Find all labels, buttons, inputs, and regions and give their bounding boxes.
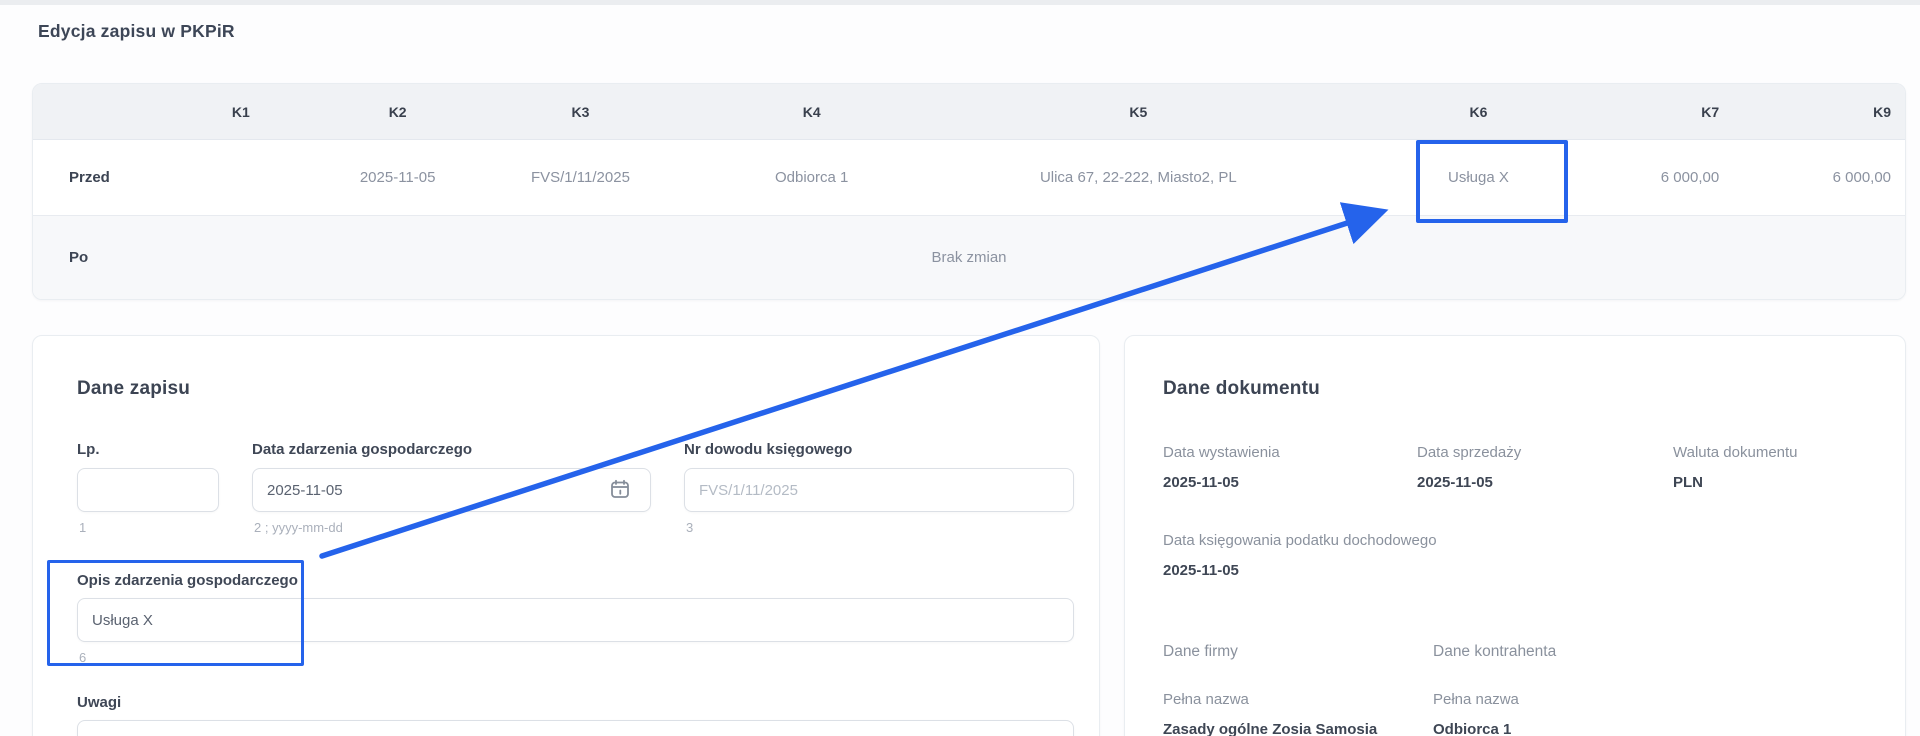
top-divider	[0, 0, 1920, 5]
cell-k7-amount: 6 000,00	[1660, 169, 1720, 186]
column-header-k7: K7	[1701, 103, 1720, 120]
event-date-label: Data zdarzenia gospodarczego	[252, 441, 473, 458]
column-header-k6: K6	[1469, 103, 1488, 120]
notes-label: Uwagi	[77, 694, 122, 711]
column-header-k2: K2	[388, 103, 407, 120]
column-header-k1: K1	[231, 103, 250, 120]
event-date-helper: 2 ; yyyy-mm-dd	[254, 520, 343, 535]
pkpir-comparison-table: K1 K2 K3 K4 K5 K6 K7 K9 Przed 2025-11-05…	[32, 83, 1906, 300]
cell-k9-amount: 6 000,00	[1832, 169, 1892, 186]
entry-panel-title: Dane zapisu	[77, 378, 191, 399]
column-header-k9: K9	[1873, 103, 1892, 120]
calendar-icon	[609, 479, 631, 503]
table-header-row: K1 K2 K3 K4 K5 K6 K7 K9	[33, 84, 1905, 140]
description-helper: 6	[79, 650, 87, 665]
issue-date-value: 2025-11-05	[1163, 474, 1239, 491]
column-header-k5: K5	[1129, 103, 1148, 120]
cell-k4-contractor: Odbiorca 1	[775, 169, 849, 186]
document-panel-title: Dane dokumentu	[1163, 378, 1320, 399]
table-row-przed: Przed 2025-11-05 FVS/1/11/2025 Odbiorca …	[33, 140, 1905, 216]
table-row-po: Po Brak zmian	[33, 216, 1905, 299]
notes-input[interactable]	[77, 720, 1074, 736]
event-date-input[interactable]	[252, 468, 651, 512]
document-data-panel: Dane dokumentu Data wystawienia 2025-11-…	[1124, 335, 1906, 736]
description-label: Opis zdarzenia gospodarczego	[77, 572, 298, 589]
description-input[interactable]	[77, 598, 1074, 642]
column-header-k3: K3	[571, 103, 590, 120]
no-changes-message: Brak zmian	[931, 249, 1007, 266]
calendar-button[interactable]	[608, 478, 632, 502]
lp-input[interactable]	[77, 468, 219, 512]
contractor-section-label: Dane kontrahenta	[1433, 643, 1557, 660]
tax-booking-date-value: 2025-11-05	[1163, 562, 1239, 579]
document-no-label: Nr dowodu księgowego	[684, 441, 853, 458]
lp-label: Lp.	[77, 441, 100, 458]
page: Edycja zapisu w PKPiR K1 K2 K3 K4 K5 K6 …	[0, 0, 1920, 736]
row-label-przed: Przed	[69, 169, 110, 186]
company-name-label: Pełna nazwa	[1163, 691, 1249, 708]
issue-date-label: Data wystawienia	[1163, 444, 1280, 461]
company-section-label: Dane firmy	[1163, 643, 1238, 660]
tax-booking-date-label: Data księgowania podatku dochodowego	[1163, 532, 1437, 549]
cell-k6-description: Usługa X	[1448, 169, 1509, 186]
document-no-input[interactable]	[684, 468, 1074, 512]
lp-helper: 1	[79, 520, 87, 535]
cell-k3-document-no: FVS/1/11/2025	[530, 169, 630, 186]
document-no-helper: 3	[686, 520, 694, 535]
cell-k5-address: Ulica 67, 22-222, Miasto2, PL	[1039, 169, 1237, 186]
currency-label: Waluta dokumentu	[1673, 444, 1798, 461]
currency-value: PLN	[1673, 474, 1703, 491]
cell-k2-date: 2025-11-05	[359, 169, 436, 186]
contractor-name-value: Odbiorca 1	[1433, 721, 1512, 736]
company-name-value: Zasady ogólne Zosia Samosia	[1163, 721, 1378, 736]
contractor-name-label: Pełna nazwa	[1433, 691, 1519, 708]
sale-date-value: 2025-11-05	[1417, 474, 1493, 491]
page-title: Edycja zapisu w PKPiR	[38, 21, 235, 41]
column-header-k4: K4	[802, 103, 821, 120]
sale-date-label: Data sprzedaży	[1417, 444, 1522, 461]
entry-data-panel: Dane zapisu Lp. 1 Data zdarzenia gospoda…	[32, 335, 1100, 736]
